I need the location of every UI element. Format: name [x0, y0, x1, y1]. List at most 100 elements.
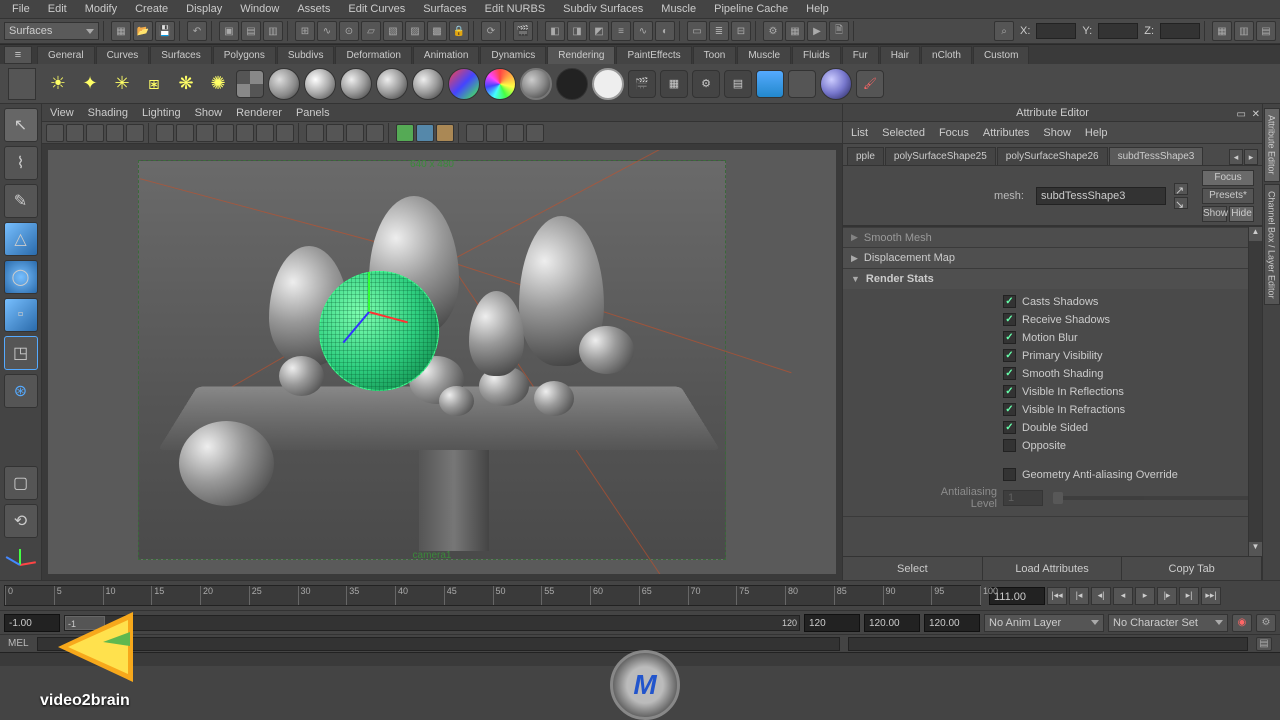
step-forward-key-icon[interactable]: ▸| [1179, 587, 1199, 605]
tab-attribute-editor[interactable]: Attribute Editor [1264, 108, 1280, 182]
vp-menu-shading[interactable]: Shading [88, 107, 128, 119]
area-light-icon[interactable]: ⧆ [140, 70, 168, 98]
mental-ray-icon[interactable] [820, 68, 852, 100]
point-light-icon[interactable]: ☀ [44, 70, 72, 98]
toggle-attribute-editor-icon[interactable]: ▦ [1212, 21, 1232, 41]
menu-edit-nurbs[interactable]: Edit NURBS [477, 1, 554, 17]
focus-button[interactable]: Focus [1202, 170, 1254, 186]
range-end-field[interactable]: 120 [804, 614, 860, 632]
ipr-render-icon[interactable]: ▦ [660, 70, 688, 98]
scroll-down-icon[interactable]: ▼ [1249, 542, 1262, 556]
shelf-tab-dynamics[interactable]: Dynamics [480, 46, 546, 64]
vp-xray-joints-icon[interactable] [506, 124, 524, 142]
menu-modify[interactable]: Modify [77, 1, 125, 17]
menu-help[interactable]: Help [798, 1, 837, 17]
time-ruler[interactable]: 0510152025303540455055606570758085909510… [4, 585, 981, 606]
vp-textured-icon[interactable] [346, 124, 364, 142]
lock-selection-icon[interactable]: 🔒 [449, 21, 469, 41]
minimize-icon[interactable]: ▭ [1237, 106, 1246, 124]
layer-icon[interactable]: ≣ [709, 21, 729, 41]
ae-tab-1[interactable]: polySurfaceShape25 [885, 147, 996, 165]
vp-menu-panels[interactable]: Panels [296, 107, 330, 119]
menu-window[interactable]: Window [232, 1, 287, 17]
last-tool-icon[interactable]: ⟲ [4, 504, 38, 538]
lasso-tool-icon[interactable]: ⌇ [4, 146, 38, 180]
spot-light-icon[interactable]: ✦ [76, 70, 104, 98]
ipr-icon[interactable]: ◧ [545, 21, 565, 41]
show-button[interactable]: Show [1202, 206, 1227, 222]
render-stat-checkbox[interactable]: ✓ [1003, 403, 1016, 416]
step-back-key-icon[interactable]: |◂ [1069, 587, 1089, 605]
phong-e-material-icon[interactable] [376, 68, 408, 100]
vp-expose-icon[interactable] [526, 124, 544, 142]
gizmo-y-axis[interactable] [368, 272, 370, 312]
shelf-tab-animation[interactable]: Animation [413, 46, 479, 64]
play-backward-icon[interactable]: ◂ [1113, 587, 1133, 605]
shelf-editor-icon[interactable] [8, 68, 36, 100]
shelf-tab-general[interactable]: General [37, 46, 95, 64]
mesh-name-field[interactable] [1036, 187, 1166, 205]
layered-material-icon[interactable] [484, 68, 516, 100]
snap-point-icon[interactable]: ⊙ [339, 21, 359, 41]
menu-muscle[interactable]: Muscle [653, 1, 704, 17]
section-smooth-mesh-header[interactable]: ▶ Smooth Mesh [843, 227, 1262, 247]
lambert-material-icon[interactable] [268, 68, 300, 100]
menu-file[interactable]: File [4, 1, 38, 17]
vp-camera-select-icon[interactable] [46, 124, 64, 142]
shelf-tab-rendering[interactable]: Rendering [547, 46, 615, 64]
select-all-icon[interactable]: ▥ [263, 21, 283, 41]
directional-light-icon[interactable]: ✳ [108, 70, 136, 98]
vp-menu-view[interactable]: View [50, 107, 74, 119]
snap-grid-icon[interactable]: ⊞ [295, 21, 315, 41]
layout-single-icon[interactable]: ▢ [4, 466, 38, 500]
volume-light-icon[interactable]: ❋ [172, 70, 200, 98]
vp-use-lights-icon[interactable] [366, 124, 384, 142]
ramp-material-icon[interactable] [448, 68, 480, 100]
render-view-icon[interactable] [756, 70, 784, 98]
vp-wireframe-icon[interactable] [306, 124, 324, 142]
section-render-stats-header[interactable]: ▼ Render Stats [843, 269, 1262, 289]
shelf-tab-toon[interactable]: Toon [693, 46, 737, 64]
ae-tab-prev-icon[interactable]: ◂ [1229, 149, 1243, 165]
select-by-type-icon[interactable]: ▣ [219, 21, 239, 41]
range-slider[interactable]: -1 120 [64, 615, 800, 631]
graph-editor-icon[interactable]: ∿ [633, 21, 653, 41]
history-icon[interactable]: ⟳ [481, 21, 501, 41]
range-start-field[interactable]: -1.00 [4, 614, 60, 632]
scrollbar[interactable]: ▲ ▼ [1248, 227, 1262, 556]
soft-select-icon[interactable]: ⊛ [4, 374, 38, 408]
vp-resolution-gate-icon[interactable] [196, 124, 214, 142]
render-globals-icon[interactable]: ⚙ [763, 21, 783, 41]
command-input[interactable] [37, 637, 840, 651]
ambient-light-icon[interactable]: ✺ [204, 70, 232, 98]
y-field[interactable] [1098, 23, 1138, 39]
menu-assets[interactable]: Assets [289, 1, 338, 17]
menu-edit[interactable]: Edit [40, 1, 75, 17]
presets-button[interactable]: Presets* [1202, 188, 1254, 204]
vp-gate-mask-icon[interactable] [216, 124, 234, 142]
phong-material-icon[interactable] [340, 68, 372, 100]
x-field[interactable] [1036, 23, 1076, 39]
shelf-tab-subdivs[interactable]: Subdivs [277, 46, 335, 64]
render-stat-checkbox[interactable]: ✓ [1003, 295, 1016, 308]
vp-2d-pan-icon[interactable] [126, 124, 144, 142]
render-stat-checkbox[interactable]: ✓ [1003, 349, 1016, 362]
shading-map-icon[interactable] [592, 68, 624, 100]
vp-camera-attr-icon[interactable] [66, 124, 84, 142]
z-field[interactable] [1160, 23, 1200, 39]
vp-shadows-icon[interactable] [396, 124, 414, 142]
snap-live-icon[interactable]: ▨ [405, 21, 425, 41]
anim-layer-dropdown[interactable]: No Anim Layer [984, 614, 1104, 632]
render-settings-icon[interactable]: ⚙ [692, 70, 720, 98]
vp-film-gate-icon[interactable] [176, 124, 194, 142]
load-attributes-button[interactable]: Load Attributes [983, 557, 1123, 580]
blinn-material-icon[interactable] [304, 68, 336, 100]
vp-menu-renderer[interactable]: Renderer [236, 107, 282, 119]
menu-create[interactable]: Create [127, 1, 176, 17]
scroll-up-icon[interactable]: ▲ [1249, 227, 1262, 241]
render-stat-checkbox[interactable]: ✓ [1003, 421, 1016, 434]
layout-icon[interactable]: ⊟ [731, 21, 751, 41]
texture-checker-icon[interactable] [236, 70, 264, 98]
ae-tab-0[interactable]: pple [847, 147, 884, 165]
transform-gizmo[interactable] [369, 311, 371, 313]
